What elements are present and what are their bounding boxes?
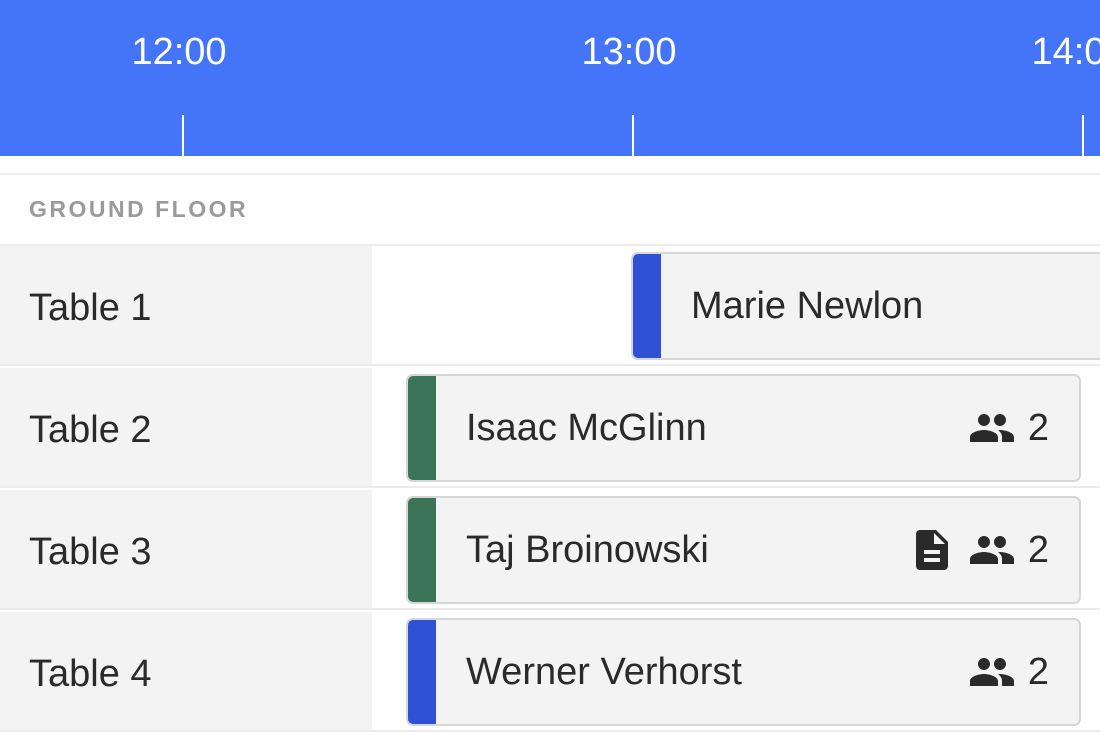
header-gap bbox=[0, 156, 1100, 175]
table-label: Table 4 bbox=[29, 653, 152, 695]
table-timeline-lane[interactable]: Taj Broinowski 2 bbox=[372, 490, 1100, 610]
time-label: 13:00 bbox=[581, 31, 677, 73]
note-icon bbox=[908, 526, 956, 574]
table-row: Table 4 Werner Verhorst 2 bbox=[0, 612, 1100, 732]
booking-status-stripe bbox=[408, 620, 436, 724]
table-label: Table 1 bbox=[29, 287, 152, 329]
table-label-cell: Table 4 bbox=[0, 612, 372, 732]
booking-card[interactable]: Marie Newlon bbox=[631, 252, 1100, 360]
table-label-cell: Table 1 bbox=[0, 246, 372, 366]
table-label-cell: Table 3 bbox=[0, 490, 372, 610]
table-row: Table 1 Marie Newlon bbox=[0, 246, 1100, 366]
guest-name: Taj Broinowski bbox=[466, 529, 709, 571]
booking-status-stripe bbox=[408, 498, 436, 602]
time-label: 12:00 bbox=[131, 31, 227, 73]
people-icon bbox=[968, 404, 1016, 452]
guest-name: Marie Newlon bbox=[691, 285, 924, 327]
booking-meta: 2 bbox=[968, 406, 1049, 450]
booking-card[interactable]: Werner Verhorst 2 bbox=[406, 618, 1081, 726]
table-timeline-lane[interactable]: Marie Newlon bbox=[372, 246, 1100, 366]
guest-count: 2 bbox=[1027, 407, 1049, 449]
table-timeline-lane[interactable]: Werner Verhorst 2 bbox=[372, 612, 1100, 732]
guest-count: 2 bbox=[1027, 529, 1049, 571]
guest-name: Werner Verhorst bbox=[466, 651, 742, 693]
booking-card[interactable]: Isaac McGlinn 2 bbox=[406, 374, 1081, 482]
guest-count: 2 bbox=[1027, 651, 1049, 693]
table-row: Table 2 Isaac McGlinn 2 bbox=[0, 368, 1100, 488]
booking-meta: 2 bbox=[968, 650, 1049, 694]
booking-card[interactable]: Taj Broinowski 2 bbox=[406, 496, 1081, 604]
booking-meta: 2 bbox=[908, 528, 1049, 572]
timeline-header: 12:00 13:00 14:00 bbox=[0, 0, 1100, 156]
guest-name: Isaac McGlinn bbox=[466, 407, 707, 449]
time-tick bbox=[182, 115, 184, 156]
time-tick bbox=[1082, 115, 1084, 156]
people-icon bbox=[968, 648, 1016, 696]
table-label: Table 3 bbox=[29, 531, 152, 573]
booking-status-stripe bbox=[408, 376, 436, 480]
table-label-cell: Table 2 bbox=[0, 368, 372, 488]
people-icon bbox=[968, 526, 1016, 574]
time-label: 14:00 bbox=[1031, 31, 1100, 73]
booking-status-stripe bbox=[633, 254, 661, 358]
table-label: Table 2 bbox=[29, 409, 152, 451]
time-tick bbox=[632, 115, 634, 156]
table-timeline-lane[interactable]: Isaac McGlinn 2 bbox=[372, 368, 1100, 488]
section-label: GROUND FLOOR bbox=[29, 196, 249, 222]
table-row: Table 3 Taj Broinowski 2 bbox=[0, 490, 1100, 610]
